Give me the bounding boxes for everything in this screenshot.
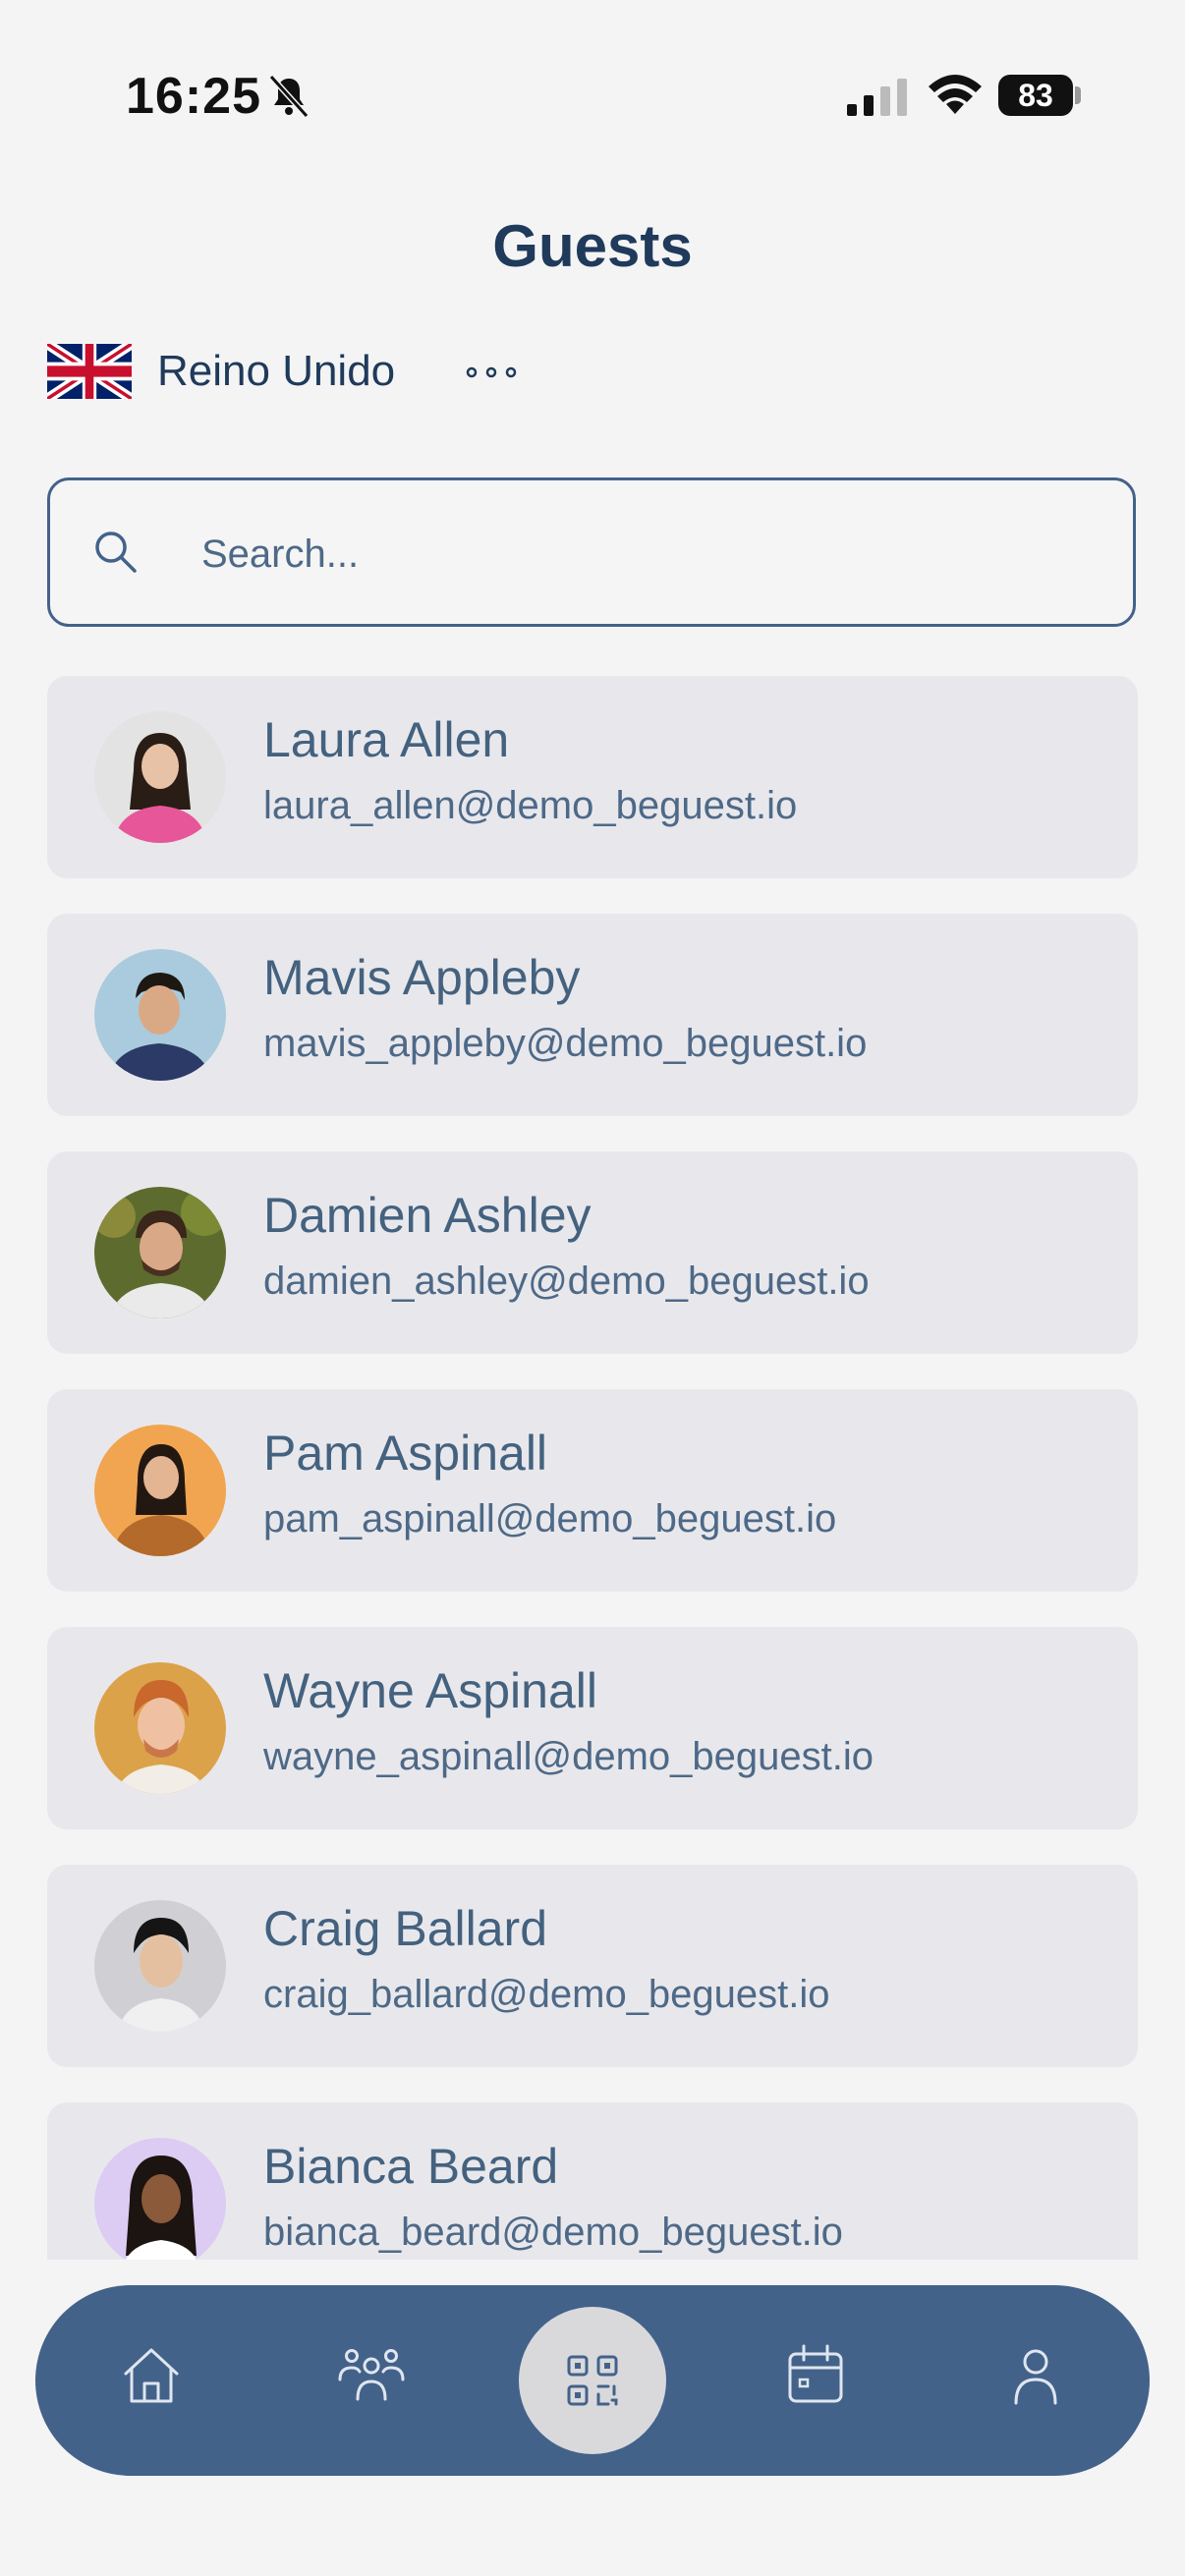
status-time: 16:25 — [126, 68, 261, 125]
guest-card[interactable]: Damien Ashley damien_ashley@demo_beguest… — [47, 1151, 1138, 1354]
wifi-icon — [929, 75, 982, 114]
guest-name: Mavis Appleby — [263, 950, 581, 1005]
bottom-nav — [35, 2285, 1150, 2476]
scan-button[interactable] — [519, 2307, 666, 2454]
page-title: Guests — [492, 213, 693, 279]
guest-card[interactable]: Bianca Beard bianca_beard@demo_beguest.i… — [47, 2102, 1138, 2260]
guest-email: pam_aspinall@demo_beguest.io — [263, 1497, 837, 1540]
avatar — [94, 949, 226, 1081]
guest-card[interactable]: Pam Aspinall pam_aspinall@demo_beguest.i… — [47, 1389, 1138, 1592]
avatar — [94, 1900, 226, 2032]
bell-muted-icon — [268, 74, 310, 119]
country-selector[interactable]: Reino Unido — [47, 340, 395, 403]
home-icon[interactable] — [112, 2336, 191, 2415]
avatar — [94, 2138, 226, 2260]
guest-name: Craig Ballard — [263, 1901, 548, 1956]
more-options-icon[interactable] — [462, 358, 521, 387]
guests-icon[interactable] — [332, 2336, 411, 2415]
profile-icon[interactable] — [996, 2336, 1075, 2415]
guest-name: Bianca Beard — [263, 2139, 559, 2194]
avatar — [94, 711, 226, 843]
search-input[interactable] — [199, 524, 1068, 585]
guest-email: mavis_appleby@demo_beguest.io — [263, 1022, 868, 1065]
uk-flag-icon — [47, 344, 132, 399]
guest-name: Damien Ashley — [263, 1188, 592, 1243]
search-icon — [95, 532, 137, 573]
status-bar: 16:25 83 — [0, 0, 1185, 147]
guest-list[interactable]: Laura Allen laura_allen@demo_beguest.io … — [47, 676, 1138, 2260]
battery-icon: 83 — [998, 75, 1081, 116]
guest-email: bianca_beard@demo_beguest.io — [263, 2211, 843, 2254]
guest-email: laura_allen@demo_beguest.io — [263, 784, 798, 827]
guest-name: Laura Allen — [263, 712, 510, 767]
guest-email: craig_ballard@demo_beguest.io — [263, 1973, 830, 2016]
search-bar[interactable] — [47, 477, 1136, 627]
avatar — [94, 1425, 226, 1556]
guest-name: Wayne Aspinall — [263, 1663, 597, 1718]
guest-card[interactable]: Craig Ballard craig_ballard@demo_beguest… — [47, 1865, 1138, 2067]
guest-name: Pam Aspinall — [263, 1426, 548, 1481]
calendar-icon[interactable] — [776, 2336, 855, 2415]
battery-level: 83 — [998, 75, 1073, 116]
qr-code-icon — [567, 2355, 618, 2406]
guest-email: damien_ashley@demo_beguest.io — [263, 1260, 870, 1303]
cellular-signal-icon — [847, 79, 907, 116]
avatar — [94, 1187, 226, 1318]
country-name: Reino Unido — [157, 347, 396, 395]
guest-card[interactable]: Mavis Appleby mavis_appleby@demo_beguest… — [47, 914, 1138, 1116]
avatar — [94, 1662, 226, 1794]
guest-card[interactable]: Wayne Aspinall wayne_aspinall@demo_begue… — [47, 1627, 1138, 1829]
guest-email: wayne_aspinall@demo_beguest.io — [263, 1735, 875, 1778]
guest-card[interactable]: Laura Allen laura_allen@demo_beguest.io — [47, 676, 1138, 878]
